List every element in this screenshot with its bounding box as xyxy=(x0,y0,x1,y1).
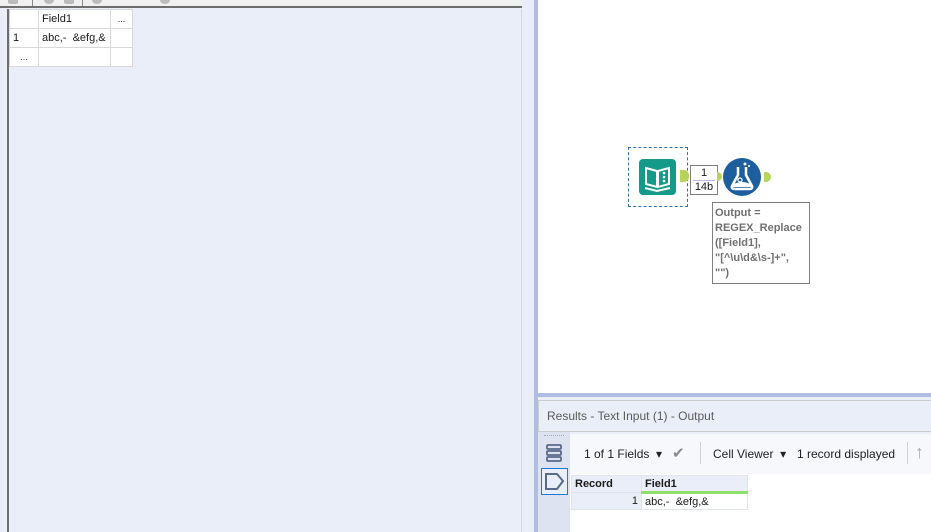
flask-icon xyxy=(730,162,754,191)
results-toolbar: 1 of 1 Fields ▾ ✔ Cell Viewer ▾ 1 record… xyxy=(570,434,931,474)
column-header-field1[interactable]: Field1 xyxy=(641,475,748,494)
rows-icon xyxy=(546,444,562,462)
column-header-record[interactable]: Record xyxy=(571,475,642,493)
records-displayed: 1 record displayed xyxy=(797,447,896,461)
toolbar-separator xyxy=(700,442,701,464)
grid-cell[interactable] xyxy=(110,28,133,48)
book-icon xyxy=(639,159,676,195)
grid-cell[interactable]: abc,- &efg,& xyxy=(38,28,111,48)
table-row: 1 abc,- &efg,& xyxy=(571,492,748,510)
output-anchor[interactable] xyxy=(680,170,689,182)
fields-selector[interactable]: 1 of 1 Fields ▾ xyxy=(584,447,662,461)
toolbar-icon[interactable] xyxy=(92,0,102,4)
toolbar-separator xyxy=(907,442,908,464)
grid-header-row: Field1 ... xyxy=(9,9,133,29)
results-grid: Record Field1 1 abc,- &efg,& xyxy=(570,474,931,532)
toolbar-icon[interactable] xyxy=(160,0,170,4)
panel-splitter[interactable] xyxy=(522,0,534,532)
configuration-panel: Field1 ... 1 abc,- &efg,& ... xyxy=(0,0,530,532)
workflow-canvas[interactable]: 1 14b Output = REGEX_Replace ([Field1], … xyxy=(538,0,931,393)
grid-row: ... xyxy=(9,47,133,67)
record-count: 1 xyxy=(700,167,708,179)
apply-checkmark-icon[interactable]: ✔ xyxy=(672,444,685,462)
grip-handle[interactable] xyxy=(544,435,564,437)
toolbar-icon[interactable] xyxy=(44,0,54,4)
grid-column-header[interactable]: Field1 xyxy=(38,9,111,29)
results-header-row: Record Field1 xyxy=(571,475,748,494)
grid-add-row[interactable]: ... xyxy=(9,47,39,67)
data-size: 14b xyxy=(694,181,714,193)
grid-row: 1 abc,- &efg,& xyxy=(9,28,133,48)
record-number: 1 xyxy=(571,492,642,510)
toolbar-separator xyxy=(82,0,83,6)
grid-corner xyxy=(9,9,39,29)
toolbar-icon[interactable] xyxy=(64,0,74,4)
cell-value[interactable]: abc,- &efg,& xyxy=(641,492,748,510)
tag-icon xyxy=(545,473,565,490)
grid-cell[interactable] xyxy=(110,47,133,67)
text-input-grid-frame xyxy=(7,9,522,532)
text-input-grid: Field1 ... 1 abc,- &efg,& ... xyxy=(9,9,133,67)
data-view-button[interactable] xyxy=(541,468,568,495)
results-title: Results - Text Input (1) - Output xyxy=(538,400,931,432)
toolbar-separator xyxy=(32,0,33,6)
toolbar-icon[interactable] xyxy=(8,0,18,4)
metadata-view-button[interactable] xyxy=(541,439,568,466)
arrow-up-icon[interactable]: ↑ xyxy=(915,442,924,463)
input-anchor[interactable] xyxy=(717,172,722,181)
formula-tool[interactable] xyxy=(723,158,761,196)
config-toolbar xyxy=(0,0,522,8)
grid-add-column[interactable]: ... xyxy=(110,9,133,29)
grid-row-number: 1 xyxy=(9,28,39,48)
tool-annotation: Output = REGEX_Replace ([Field1], "[^\u\… xyxy=(712,202,810,284)
results-window: Results - Text Input (1) - Output 1 of 1… xyxy=(538,397,931,532)
cell-viewer-dropdown[interactable]: Cell Viewer ▾ xyxy=(713,447,786,461)
connection-record-count: 1 14b xyxy=(690,165,718,195)
text-input-tool[interactable] xyxy=(628,147,688,207)
grid-cell[interactable] xyxy=(38,47,111,67)
results-view-sidebar xyxy=(538,432,570,532)
output-anchor[interactable] xyxy=(764,172,771,182)
